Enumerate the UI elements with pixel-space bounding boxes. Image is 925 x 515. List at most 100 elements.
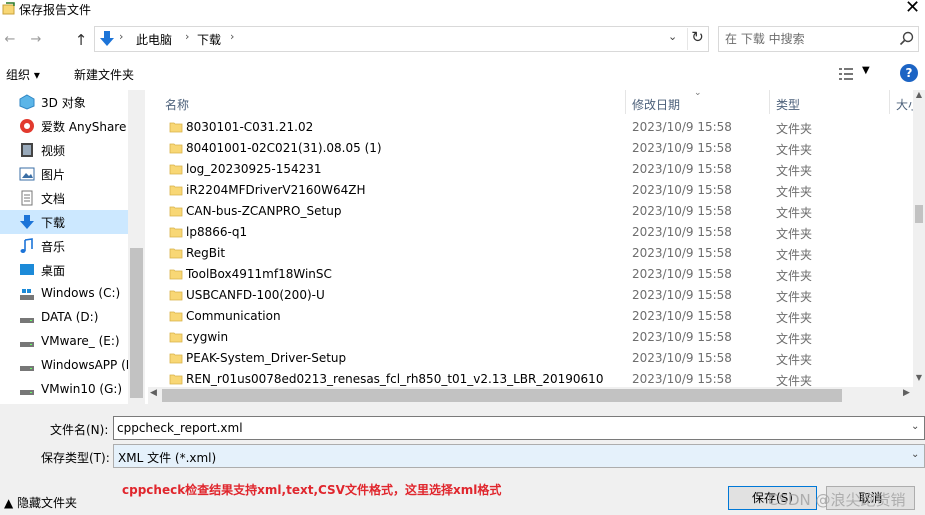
filename-field[interactable]: ⌄ xyxy=(113,416,925,440)
sidebar-item-label: 视频 xyxy=(41,144,66,158)
folder-icon xyxy=(169,206,183,217)
file-date: 2023/10/9 15:58 xyxy=(632,246,732,260)
vertical-scroll-thumb[interactable] xyxy=(915,205,923,223)
sidebar-item-label: 桌面 xyxy=(41,264,66,278)
sidebar-item-anyshare[interactable]: 爱数 AnyShare xyxy=(0,114,128,138)
view-dropdown-icon[interactable]: ▼ xyxy=(862,65,870,76)
file-row[interactable]: lp8866-q1 2023/10/9 15:58 文件夹 xyxy=(148,222,913,243)
forward-button[interactable]: → xyxy=(26,30,46,50)
sidebar-item-downloads[interactable]: 下载 xyxy=(0,210,128,234)
sidebar-item-drive-e[interactable]: VMware_ (E:) xyxy=(0,330,128,354)
folder-icon xyxy=(169,227,183,238)
scroll-down-icon[interactable]: ▼ xyxy=(913,373,925,382)
horizontal-scrollbar[interactable]: ◀ ▶ xyxy=(148,387,925,404)
annotation-text: cppcheck检查结果支持xml,text,CSV文件格式，这里选择xml格式 xyxy=(122,483,502,497)
file-date: 2023/10/9 15:58 xyxy=(632,204,732,218)
file-row[interactable]: RegBit 2023/10/9 15:58 文件夹 xyxy=(148,243,913,264)
vertical-scrollbar[interactable]: ▲ ▼ xyxy=(913,90,925,387)
file-name: ToolBox4911mf18WinSC xyxy=(186,267,332,281)
search-box[interactable] xyxy=(718,26,919,52)
sidebar-item-music[interactable]: 音乐 xyxy=(0,234,128,258)
sidebar-item-pictures[interactable]: 图片 xyxy=(0,162,128,186)
sidebar-item-drive-d[interactable]: DATA (D:) xyxy=(0,306,128,330)
file-type: 文件夹 xyxy=(776,143,813,157)
organize-menu-button[interactable]: 组织 ▾ xyxy=(6,66,40,83)
address-dropdown-icon[interactable]: ⌄ xyxy=(668,30,677,43)
3d-objects-icon xyxy=(19,94,35,110)
file-type: 文件夹 xyxy=(776,227,813,241)
drive-icon xyxy=(20,390,34,395)
horizontal-scroll-thumb[interactable] xyxy=(162,389,842,402)
file-type: 文件夹 xyxy=(776,332,813,346)
folder-icon xyxy=(169,290,183,301)
address-bar[interactable]: › 此电脑 › 下载 › ⌄ ↻ xyxy=(94,26,709,52)
scroll-up-icon[interactable]: ▲ xyxy=(913,90,925,99)
navigation-bar: ← → ↑ › 此电脑 › 下载 › ⌄ ↻ xyxy=(0,24,925,56)
back-button[interactable]: ← xyxy=(0,30,20,50)
folder-icon xyxy=(169,248,183,259)
breadcrumb-this-pc[interactable]: 此电脑 xyxy=(136,31,172,48)
music-icon xyxy=(20,238,33,253)
view-details-icon[interactable] xyxy=(838,66,854,82)
help-icon[interactable]: ? xyxy=(900,64,918,82)
file-row[interactable]: cygwin 2023/10/9 15:58 文件夹 xyxy=(148,327,913,348)
file-date: 2023/10/9 15:58 xyxy=(632,267,732,281)
sidebar-item-desktop[interactable]: 桌面 xyxy=(0,258,128,282)
breadcrumb-downloads[interactable]: 下载 xyxy=(197,31,221,48)
sidebar-item-videos[interactable]: 视频 xyxy=(0,138,128,162)
scroll-right-icon[interactable]: ▶ xyxy=(903,388,910,398)
file-date: 2023/10/9 15:58 xyxy=(632,120,732,134)
filename-dropdown-icon[interactable]: ⌄ xyxy=(911,421,919,432)
sidebar-scrollbar[interactable] xyxy=(128,90,145,404)
filetype-select[interactable]: XML 文件 (*.xml) ⌄ xyxy=(113,444,925,468)
column-date-modified[interactable]: 修改日期 xyxy=(632,96,680,113)
sidebar-scroll-thumb[interactable] xyxy=(130,248,143,398)
column-name[interactable]: 名称 xyxy=(165,96,189,113)
sidebar-item-label: WindowsAPP (F xyxy=(41,358,133,372)
column-divider[interactable] xyxy=(625,90,626,114)
sidebar-item-3d-objects[interactable]: 3D 对象 xyxy=(0,90,128,114)
file-type: 文件夹 xyxy=(776,122,813,136)
folder-icon xyxy=(169,353,183,364)
column-type[interactable]: 类型 xyxy=(776,96,800,113)
documents-icon xyxy=(21,190,33,206)
close-button[interactable]: ✕ xyxy=(900,0,925,19)
filename-input[interactable] xyxy=(117,420,887,436)
sidebar-item-drive-f[interactable]: WindowsAPP (F xyxy=(0,354,133,378)
save-button[interactable]: 保存(S) xyxy=(728,486,817,510)
folder-icon xyxy=(169,164,183,175)
sidebar-item-documents[interactable]: 文档 xyxy=(0,186,128,210)
drive-icon xyxy=(20,342,34,347)
file-date: 2023/10/9 15:58 xyxy=(632,225,732,239)
up-button[interactable]: ↑ xyxy=(71,30,91,50)
search-input[interactable] xyxy=(725,31,895,47)
filetype-dropdown-icon[interactable]: ⌄ xyxy=(911,449,919,460)
cancel-button[interactable]: 取消 xyxy=(826,486,915,510)
file-row[interactable]: 80401001-02C021(31).08.05 (1) 2023/10/9 … xyxy=(148,138,913,159)
file-row[interactable]: Communication 2023/10/9 15:58 文件夹 xyxy=(148,306,913,327)
breadcrumb-separator: › xyxy=(119,30,124,43)
file-row[interactable]: CAN-bus-ZCANPRO_Setup 2023/10/9 15:58 文件… xyxy=(148,201,913,222)
column-divider[interactable] xyxy=(769,90,770,114)
file-row[interactable]: PEAK-System_Driver-Setup 2023/10/9 15:58… xyxy=(148,348,913,369)
file-row[interactable]: ToolBox4911mf18WinSC 2023/10/9 15:58 文件夹 xyxy=(148,264,913,285)
refresh-button[interactable]: ↻ xyxy=(687,28,707,50)
column-divider[interactable] xyxy=(889,90,890,114)
sidebar-item-label: Windows (C:) xyxy=(41,286,121,300)
file-row[interactable]: log_20230925-154231 2023/10/9 15:58 文件夹 xyxy=(148,159,913,180)
sidebar-item-drive-c[interactable]: Windows (C:) xyxy=(0,282,128,306)
file-type: 文件夹 xyxy=(776,290,813,304)
hide-folders-toggle[interactable]: ▲ 隐藏文件夹 xyxy=(4,494,77,511)
file-type: 文件夹 xyxy=(776,206,813,220)
search-icon xyxy=(899,31,914,46)
scroll-left-icon[interactable]: ◀ xyxy=(150,388,157,398)
sidebar-item-drive-g[interactable]: VMwin10 (G:) xyxy=(0,378,128,402)
file-date: 2023/10/9 15:58 xyxy=(632,288,732,302)
file-row[interactable]: iR2204MFDriverV2160W64ZH 2023/10/9 15:58… xyxy=(148,180,913,201)
file-name: lp8866-q1 xyxy=(186,225,248,239)
file-row[interactable]: 8030101-C031.21.02 2023/10/9 15:58 文件夹 xyxy=(148,117,913,138)
file-name: log_20230925-154231 xyxy=(186,162,322,176)
file-name: USBCANFD-100(200)-U xyxy=(186,288,325,302)
new-folder-button[interactable]: 新建文件夹 xyxy=(74,66,134,83)
file-row[interactable]: USBCANFD-100(200)-U 2023/10/9 15:58 文件夹 xyxy=(148,285,913,306)
